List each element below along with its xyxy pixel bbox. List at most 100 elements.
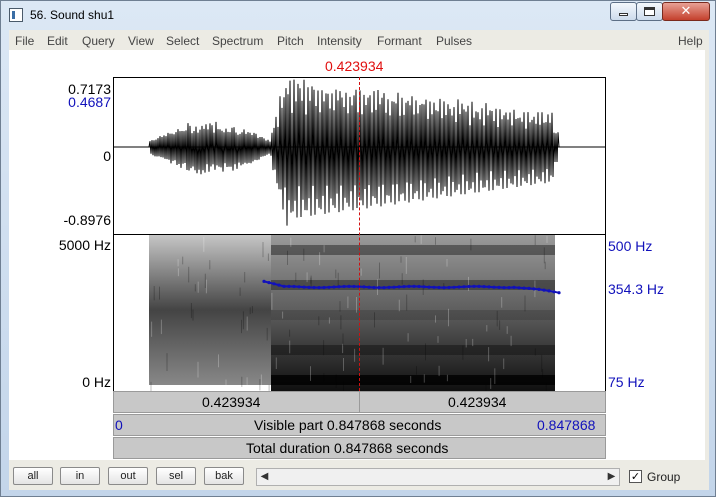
spectrogram-speckle [218, 354, 219, 368]
pitch-point [262, 279, 266, 283]
spectrogram-speckle [543, 247, 545, 264]
spectrogram-speckle [425, 343, 426, 361]
pitch-point [322, 285, 326, 290]
pitch-point [437, 285, 441, 290]
spectrogram-speckle [323, 245, 325, 253]
menu-pulses[interactable]: Pulses [436, 34, 472, 48]
pitch-point [507, 286, 511, 290]
pitch-point [342, 284, 346, 289]
spectrogram-speckle [323, 373, 325, 382]
spectrogram-speckle [287, 250, 288, 265]
spectrogram-speckle [410, 375, 412, 383]
pitch-point [537, 287, 541, 291]
cursor-time-bar[interactable]: 0.423934 0.423934 [113, 391, 606, 413]
pitch-point [457, 285, 461, 289]
menu-query[interactable]: Query [82, 34, 115, 48]
pitch-point [452, 285, 456, 289]
visible-start-value: 0 [115, 417, 123, 433]
zoom-in-button[interactable]: in [60, 467, 100, 485]
spectrogram-top-label: 5000 Hz [58, 237, 111, 253]
menu-formant[interactable]: Formant [377, 34, 422, 48]
group-checkbox[interactable]: ✓ [629, 470, 642, 483]
spectrogram-speckle [289, 329, 291, 337]
spectrogram-speckle [541, 354, 543, 372]
pitch-point [377, 286, 381, 290]
pitch-point [402, 285, 406, 289]
spectrogram-speckle [244, 272, 246, 283]
spectrogram-speckle [340, 315, 342, 330]
spectrogram-speckle [182, 256, 184, 265]
horizontal-scrollbar[interactable]: ◀ ▶ [256, 468, 620, 486]
spectrogram-speckle [151, 321, 153, 337]
close-button[interactable]: ✕ [662, 2, 710, 21]
formant-band [271, 245, 555, 255]
scroll-right-icon[interactable]: ▶ [604, 469, 619, 485]
spectrogram-speckle [339, 301, 341, 312]
menu-intensity[interactable]: Intensity [317, 34, 362, 48]
pitch-point [297, 285, 301, 289]
spectrogram-speckle [534, 235, 536, 246]
pitch-point [552, 290, 556, 294]
spectrogram-speckle [407, 333, 409, 342]
spectrogram-speckle [271, 292, 273, 310]
pitch-top-label: 500 Hz [608, 238, 653, 254]
spectrogram-speckle [490, 378, 492, 389]
scroll-left-icon[interactable]: ◀ [257, 469, 272, 485]
app-icon [9, 8, 23, 22]
spectrogram-speckle [382, 347, 384, 365]
pitch-point [397, 285, 401, 289]
spectrogram-speckle [246, 316, 248, 331]
spectrogram-speckle [319, 252, 321, 266]
all-button[interactable]: all [13, 467, 53, 485]
spectrogram-speckle [446, 259, 448, 267]
spectrogram-speckle [249, 307, 251, 315]
waveform-trace [114, 79, 605, 226]
pitch-point [442, 286, 446, 290]
spectrogram-speckle [347, 296, 349, 309]
menu-bar: File Edit Query View Select Spectrum Pit… [9, 30, 709, 50]
menu-edit[interactable]: Edit [47, 34, 68, 48]
waveform-min-label: -0.8976 [63, 212, 111, 228]
spectrogram-speckle [267, 253, 269, 261]
visible-part-bar[interactable]: Visible part 0.847868 seconds [113, 414, 606, 436]
pitch-point [337, 285, 341, 289]
praat-sound-window: 56. Sound shu1 ✕ File Edit Query View Se… [0, 0, 716, 497]
spectrogram-speckle [335, 269, 337, 279]
maximize-button[interactable] [636, 2, 663, 21]
pitch-point [382, 286, 386, 290]
spectrogram-speckle [506, 326, 508, 334]
menu-select[interactable]: Select [166, 34, 199, 48]
spectrogram-speckle [323, 340, 325, 356]
pitch-point [517, 286, 521, 290]
pitch-point [487, 285, 491, 289]
title-bar[interactable]: 56. Sound shu1 ✕ [1, 1, 715, 29]
spectrogram-speckle [259, 379, 261, 391]
pitch-bottom-label: 75 Hz [608, 374, 645, 390]
pitch-point [347, 284, 351, 288]
menu-view[interactable]: View [128, 34, 154, 48]
spectrogram-speckle [190, 303, 192, 319]
cursor-time-label: 0.423934 [325, 58, 384, 74]
waveform-zero-label: 0 [103, 148, 111, 164]
spectrogram-speckle [435, 315, 436, 323]
menu-help[interactable]: Help [678, 34, 703, 48]
spectrogram-speckle [310, 366, 311, 381]
zoom-selection-button[interactable]: sel [156, 467, 196, 485]
spectrogram-speckle [251, 306, 253, 314]
menu-pitch[interactable]: Pitch [277, 34, 304, 48]
menu-file[interactable]: File [15, 34, 34, 48]
sound-editor-canvas[interactable]: 0.423934 0.7173 0.4687 0 -0.8976 5000 Hz… [9, 50, 709, 460]
spectrogram-speckle [446, 374, 448, 382]
minimize-button[interactable] [610, 2, 637, 21]
spectrogram-speckle [242, 311, 244, 330]
zoom-out-button[interactable]: out [108, 467, 148, 485]
spectrogram-speckle [290, 237, 292, 247]
spectrogram-speckle [542, 369, 544, 378]
spectrogram-speckle [343, 358, 344, 371]
pitch-point [532, 287, 536, 291]
pitch-point [447, 285, 451, 290]
menu-spectrum[interactable]: Spectrum [212, 34, 263, 48]
pitch-point [272, 282, 276, 286]
total-duration-bar[interactable]: Total duration 0.847868 seconds [113, 437, 606, 459]
zoom-back-button[interactable]: bak [204, 467, 244, 485]
